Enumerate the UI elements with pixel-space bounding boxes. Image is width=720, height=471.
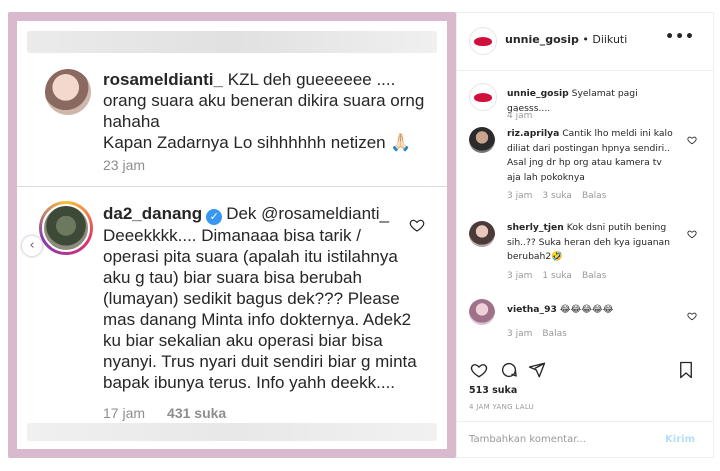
heart-icon[interactable] (687, 135, 697, 145)
action-bar (469, 361, 701, 381)
header-user: unnie_gosip • Diikuti (505, 33, 627, 46)
caption-time: 4 jam (507, 111, 533, 121)
comment-bubble-icon[interactable] (499, 361, 519, 379)
lips-logo-icon (474, 92, 492, 102)
reply-button[interactable]: Balas (582, 271, 606, 281)
post-image[interactable]: rosameldianti_ KZL deh gueeeeee .... ora… (17, 21, 447, 449)
bookmark-icon[interactable] (677, 361, 695, 379)
follow-status[interactable]: • Diikuti (582, 33, 627, 46)
caption-avatar[interactable] (469, 83, 497, 111)
heart-icon[interactable] (687, 229, 697, 239)
post-header: unnie_gosip • Diikuti ••• (457, 13, 713, 71)
like-heart-icon[interactable] (469, 361, 489, 379)
avatar[interactable] (469, 299, 495, 325)
lips-logo-icon (474, 36, 492, 46)
reply-button[interactable]: Balas (582, 191, 606, 201)
post-comment-button[interactable]: Kirim (665, 434, 695, 445)
image-comment-1: rosameldianti_ KZL deh gueeeeee .... ora… (103, 69, 433, 153)
comment-username[interactable]: riz.aprilya (507, 128, 559, 139)
comment-time: 3 jam (507, 271, 533, 281)
avatar[interactable] (469, 127, 495, 153)
avatar[interactable] (469, 221, 495, 247)
comment-text: 😂😂😂😂😂 (559, 304, 614, 315)
post-time: 4 JAM YANG LALU (469, 403, 535, 411)
comment-likes[interactable]: 3 suka (542, 191, 572, 201)
image-comment-2-likes: 431 suka (167, 405, 227, 421)
blurred-region-bottom (27, 423, 437, 441)
heart-icon (409, 219, 425, 232)
comment-likes[interactable]: 1 suka (542, 271, 572, 281)
commenter-avatar-story-ring (39, 201, 93, 255)
image-comment-2: da2_danang ✓ Dek @rosameldianti_ Deeekkkk..… (103, 203, 419, 393)
image-comment-2-time: 17 jam (103, 405, 146, 421)
divider (17, 186, 447, 187)
more-options-icon[interactable]: ••• (665, 29, 695, 45)
verified-badge-icon: ✓ (206, 209, 223, 225)
image-comment-2-username: da2_danang (103, 204, 203, 223)
caption: unnie_gosip Syelamat pagi gaesss.... 4 j… (469, 83, 705, 123)
list-item: sherly_tjen Kok dsni putih bening sih..?… (469, 221, 705, 285)
image-comment-1-time: 23 jam (103, 157, 146, 173)
comment-username[interactable]: sherly_tjen (507, 222, 564, 233)
image-comment-2-mention: Dek @rosameldianti_ (226, 204, 389, 223)
image-comment-1-username: rosameldianti_ (103, 70, 223, 89)
comment-username[interactable]: vietha_93 (507, 304, 557, 315)
post-details-panel: unnie_gosip • Diikuti ••• unnie_gosip Sy… (456, 12, 714, 458)
chevron-left-icon[interactable]: ‹ (22, 236, 42, 256)
blurred-region-top (27, 31, 437, 53)
image-comment-2-text: Deeekkkk.... Dimanaaa bisa tarik / opera… (103, 226, 417, 392)
reply-button[interactable]: Balas (542, 329, 566, 339)
list-item: vietha_93 😂😂😂😂😂 3 jam Balas (469, 299, 705, 343)
account-avatar[interactable] (469, 27, 497, 55)
comment-time: 3 jam (507, 329, 533, 339)
comment-input[interactable]: Tambahkan komentar... (469, 434, 586, 445)
image-comment-2-meta: 17 jam 431 suka (103, 405, 248, 421)
list-item: riz.aprilya Cantik lho meldi ini kalo di… (469, 127, 705, 207)
heart-icon[interactable] (687, 311, 697, 321)
likes-count[interactable]: 513 suka (469, 385, 517, 396)
post-image-frame: rosameldianti_ KZL deh gueeeeee .... ora… (8, 12, 456, 458)
commenter-avatar (45, 69, 91, 115)
header-username[interactable]: unnie_gosip (505, 33, 579, 46)
comment-time: 3 jam (507, 191, 533, 201)
comment-form: Tambahkan komentar... Kirim (457, 421, 713, 457)
share-icon[interactable] (527, 361, 547, 379)
caption-username[interactable]: unnie_gosip (507, 88, 569, 99)
